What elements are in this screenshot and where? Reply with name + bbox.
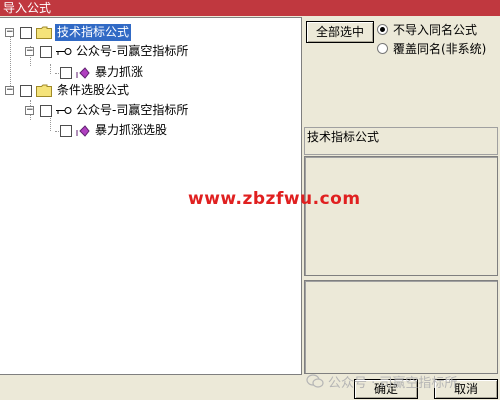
key-icon bbox=[56, 48, 72, 55]
tree-checkbox[interactable] bbox=[60, 67, 72, 79]
wechat-icon bbox=[306, 374, 324, 388]
tree-checkbox[interactable] bbox=[60, 125, 72, 137]
collapse-toggle[interactable]: − bbox=[25, 106, 34, 115]
formula-type-label: 技术指标公式 bbox=[304, 127, 498, 155]
tree-checkbox[interactable] bbox=[40, 46, 52, 58]
key-icon bbox=[56, 107, 72, 114]
radio-label: 不导入同名公式 bbox=[393, 23, 478, 37]
tree-node-author-group[interactable]: − 公众号-司赢空指标所 bbox=[0, 43, 300, 61]
formula-description-box bbox=[304, 156, 498, 276]
formula-detail-box bbox=[304, 280, 498, 374]
site-watermark: www.zbzfwu.com bbox=[188, 189, 361, 209]
tree-checkbox[interactable] bbox=[20, 27, 32, 39]
tree-node-label[interactable]: 技术指标公式 bbox=[55, 24, 132, 41]
formula-diamond-icon bbox=[76, 125, 90, 137]
tree-node-label[interactable]: 暴力抓涨 bbox=[93, 64, 145, 81]
tree-node-stock-selection-formulas[interactable]: − 条件选股公式 bbox=[0, 82, 300, 100]
tree-node-author-group[interactable]: − 公众号-司赢空指标所 bbox=[0, 102, 300, 120]
collapse-toggle[interactable]: − bbox=[5, 86, 14, 95]
tree-checkbox[interactable] bbox=[20, 85, 32, 97]
window-title: 导入公式 bbox=[0, 0, 500, 16]
tree-node-label[interactable]: 公众号-司赢空指标所 bbox=[74, 102, 190, 119]
wechat-watermark-text: 公众号 · 司赢空指标所 bbox=[328, 376, 458, 391]
tree-node-label[interactable]: 公众号-司赢空指标所 bbox=[74, 43, 190, 60]
collapse-toggle[interactable]: − bbox=[5, 28, 14, 37]
tree-node-technical-formulas[interactable]: − 技术指标公式 bbox=[0, 24, 300, 42]
tree-node-label[interactable]: 条件选股公式 bbox=[55, 82, 131, 99]
collapse-toggle[interactable]: − bbox=[25, 47, 34, 56]
folder-icon bbox=[36, 26, 52, 39]
tree-node-label[interactable]: 暴力抓涨选股 bbox=[93, 122, 169, 139]
tree-checkbox[interactable] bbox=[40, 105, 52, 117]
radio-button[interactable] bbox=[377, 24, 388, 35]
tree-node-formula-leaf[interactable]: 暴力抓涨 bbox=[0, 64, 300, 82]
formula-diamond-icon bbox=[76, 67, 90, 79]
folder-icon bbox=[36, 84, 52, 97]
tree-node-formula-leaf[interactable]: 暴力抓涨选股 bbox=[0, 122, 300, 140]
radio-button[interactable] bbox=[377, 43, 388, 54]
select-all-button[interactable]: 全部选中 bbox=[306, 21, 374, 43]
radio-label: 覆盖同名(非系统) bbox=[393, 42, 487, 56]
import-formula-dialog: 导入公式 − 技术指标公式 − 公众号-司赢空指标所 暴力抓涨 − 条件选股公式… bbox=[0, 0, 500, 400]
